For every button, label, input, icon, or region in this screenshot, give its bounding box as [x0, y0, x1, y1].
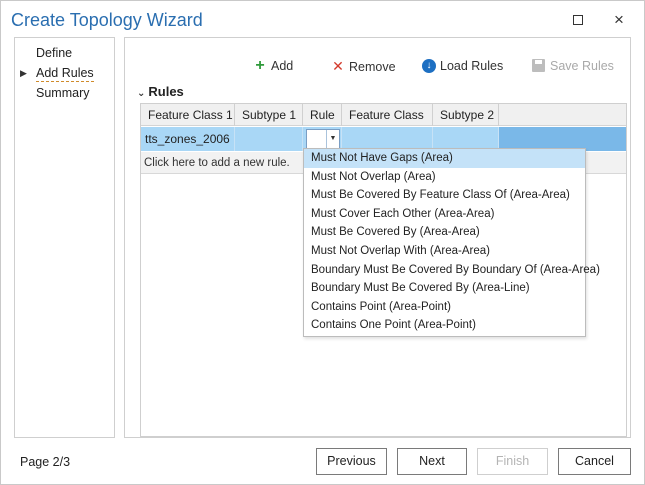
- nav-item-add-rules[interactable]: Add Rules: [36, 66, 94, 82]
- finish-button[interactable]: Finish: [477, 448, 548, 475]
- x-icon: ✕: [332, 58, 344, 74]
- next-button[interactable]: Next: [397, 448, 467, 475]
- nav-item-summary[interactable]: Summary: [36, 86, 89, 100]
- column-header-subtype-1[interactable]: Subtype 1: [235, 104, 303, 126]
- create-topology-wizard-window: Create Topology Wizard × ▶ Define Add Ru…: [0, 0, 645, 485]
- rule-option[interactable]: Must Be Covered By Feature Class Of (Are…: [304, 186, 585, 205]
- rule-option[interactable]: Contains One Point (Area-Point): [304, 316, 585, 335]
- rules-section-title: Rules: [148, 84, 184, 99]
- rule-option[interactable]: Must Not Overlap (Area): [304, 168, 585, 187]
- column-header-feature-class-1[interactable]: Feature Class 1: [141, 104, 235, 126]
- rule-option[interactable]: Must Cover Each Other (Area-Area): [304, 205, 585, 224]
- plus-icon: +: [255, 57, 265, 74]
- add-rule-label: Add: [271, 59, 294, 73]
- column-header-feature-class-2[interactable]: Feature Class 2: [342, 104, 433, 144]
- title-bar: Create Topology Wizard ×: [1, 1, 645, 39]
- download-circle-icon: ↓: [422, 58, 436, 73]
- rule-option[interactable]: Must Not Have Gaps (Area): [304, 149, 585, 168]
- previous-button[interactable]: Previous: [316, 448, 387, 475]
- remove-rule-button[interactable]: ✕ Remove: [330, 56, 396, 76]
- window-title: Create Topology Wizard: [11, 10, 203, 30]
- cell-subtype-1[interactable]: [235, 127, 303, 151]
- column-header-rule[interactable]: Rule: [303, 104, 342, 126]
- save-disk-icon: [532, 59, 545, 73]
- load-rules-button[interactable]: ↓ Load Rules: [422, 56, 503, 76]
- cancel-button[interactable]: Cancel: [558, 448, 631, 475]
- cell-feature-class-1[interactable]: tts_zones_2006: [141, 127, 235, 151]
- rule-option[interactable]: Boundary Must Be Covered By (Area-Line): [304, 279, 585, 298]
- rule-option[interactable]: Contains Point (Area-Point): [304, 298, 585, 317]
- rule-option[interactable]: Boundary Must Be Covered By Boundary Of …: [304, 261, 600, 280]
- column-header-subtype-2[interactable]: Subtype 2: [433, 104, 499, 126]
- save-rules-label: Save Rules: [550, 59, 614, 73]
- triangle-right-icon: ▶: [20, 68, 27, 78]
- close-icon: ×: [614, 10, 624, 29]
- wizard-step-nav: ▶ Define Add Rules Summary: [14, 37, 115, 438]
- rules-section-header[interactable]: ⌄ Rules: [137, 84, 184, 99]
- rule-option[interactable]: Must Not Overlap With (Area-Area): [304, 242, 585, 261]
- nav-item-define[interactable]: Define: [36, 46, 72, 60]
- rule-combobox[interactable]: ▼: [306, 129, 340, 149]
- add-rule-button[interactable]: + Add: [252, 56, 293, 76]
- maximize-button[interactable]: [563, 7, 593, 33]
- remove-rule-label: Remove: [349, 60, 396, 74]
- rule-dropdown-list: Must Not Have Gaps (Area) Must Not Overl…: [303, 148, 600, 337]
- maximize-icon: [573, 15, 583, 26]
- page-indicator: Page 2/3: [20, 455, 71, 469]
- load-rules-label: Load Rules: [440, 59, 504, 73]
- dropdown-arrow-icon[interactable]: ▼: [326, 130, 339, 148]
- grid-header-row: Feature Class 1 Subtype 1 Rule Feature C…: [141, 104, 626, 144]
- save-rules-button[interactable]: Save Rules: [532, 56, 614, 76]
- rule-option[interactable]: Must Be Covered By (Area-Area): [304, 223, 585, 242]
- chevron-down-icon: ⌄: [137, 88, 146, 99]
- close-button[interactable]: ×: [604, 7, 634, 33]
